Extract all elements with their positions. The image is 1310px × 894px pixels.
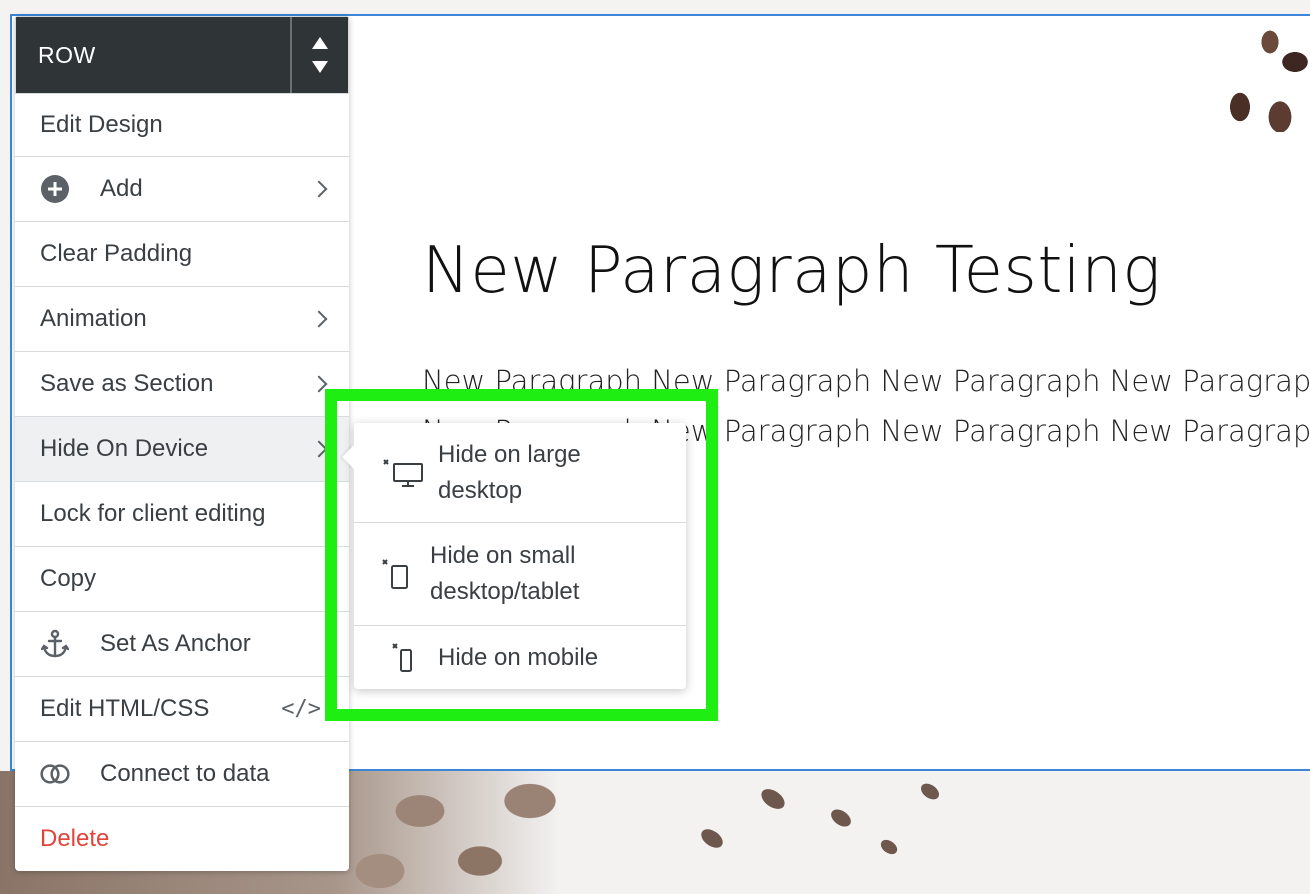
submenu-item-label: Hide on mobile (438, 643, 599, 671)
menu-item-label: Delete (40, 825, 110, 852)
hide-on-device-submenu: Hide on large desktop Hide on small desk… (354, 423, 686, 689)
menu-item-label: Hide On Device (40, 435, 209, 462)
move-up-icon[interactable] (312, 37, 328, 49)
anchor-icon (40, 629, 70, 659)
page-heading[interactable]: New Paragraph Testing (422, 234, 1161, 308)
menu-item-connect-to-data[interactable]: Connect to data (15, 741, 349, 806)
menu-header: ROW (15, 16, 349, 94)
submenu-item-label: Hide on large desktop (438, 440, 581, 504)
menu-item-label: Save as Section (40, 370, 214, 397)
menu-item-animation[interactable]: Animation (15, 286, 349, 351)
move-down-icon[interactable] (312, 61, 328, 73)
menu-item-label: Edit Design (40, 111, 163, 138)
desktop-icon (374, 458, 434, 488)
chevron-right-icon (310, 375, 328, 393)
chevron-right-icon (310, 440, 328, 458)
menu-item-add[interactable]: Add (15, 156, 349, 221)
menu-item-label: Add (100, 175, 143, 202)
menu-item-delete[interactable]: Delete (15, 806, 349, 871)
menu-item-label: Lock for client editing (40, 500, 266, 527)
plus-circle-icon (40, 174, 70, 204)
submenu-item-hide-mobile[interactable]: Hide on mobile (354, 625, 686, 689)
menu-item-hide-on-device[interactable]: Hide On Device (15, 416, 349, 481)
menu-item-lock-client-editing[interactable]: Lock for client editing (15, 481, 349, 546)
coffee-bean-decoration (697, 825, 727, 852)
coffee-bean-decoration (878, 836, 900, 858)
link-rings-icon (40, 759, 70, 789)
menu-item-label: Clear Padding (40, 240, 193, 267)
menu-item-label: Animation (40, 305, 147, 332)
menu-item-clear-padding[interactable]: Clear Padding (15, 221, 349, 286)
chevron-right-icon (310, 180, 328, 198)
submenu-item-hide-small-desktop-tablet[interactable]: Hide on small desktop/tablet (354, 522, 686, 625)
coffee-bean-decoration (918, 780, 942, 803)
menu-title: ROW (38, 41, 96, 68)
menu-item-set-as-anchor[interactable]: Set As Anchor (15, 611, 349, 676)
menu-item-label: Set As Anchor (100, 630, 251, 657)
coffee-bean-decoration (827, 805, 855, 831)
chevron-right-icon (310, 310, 328, 328)
code-icon: </> (281, 696, 321, 722)
menu-item-save-as-section[interactable]: Save as Section (15, 351, 349, 416)
coffee-bean-decoration (1210, 22, 1310, 132)
submenu-item-hide-large-desktop[interactable]: Hide on large desktop (354, 423, 686, 522)
menu-item-label: Copy (40, 565, 97, 592)
reorder-controls (290, 17, 348, 93)
row-context-menu: ROW Edit Design Add Clear Padding Animat… (15, 16, 349, 871)
menu-item-label: Connect to data (100, 760, 270, 787)
menu-item-copy[interactable]: Copy (15, 546, 349, 611)
menu-item-edit-html-css[interactable]: Edit HTML/CSS </> (15, 676, 349, 741)
submenu-item-label: Hide on small desktop/tablet (430, 542, 580, 605)
coffee-bean-decoration (757, 784, 789, 814)
mobile-icon (374, 642, 434, 674)
menu-item-label: Edit HTML/CSS (40, 695, 210, 722)
tablet-icon (368, 558, 428, 590)
menu-item-edit-design[interactable]: Edit Design (15, 94, 349, 156)
